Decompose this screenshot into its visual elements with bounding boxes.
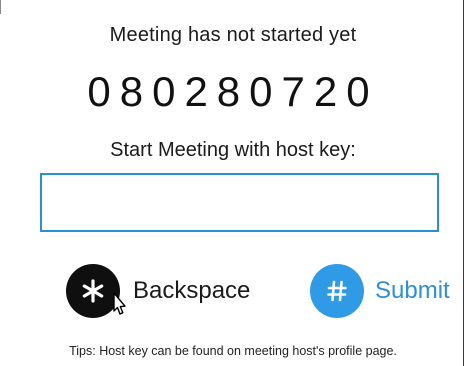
- mouse-pointer-icon: [108, 292, 130, 323]
- submit-button[interactable]: Submit: [310, 264, 450, 318]
- meeting-status-text: Meeting has not started yet: [109, 24, 357, 46]
- window-edge-left: [0, 0, 1, 14]
- submit-label[interactable]: Submit: [375, 277, 450, 305]
- meeting-id: 080280720: [87, 68, 379, 115]
- hash-icon[interactable]: [310, 264, 364, 318]
- host-key-input[interactable]: [40, 173, 439, 232]
- tips-text: Tips: Host key can be found on meeting h…: [69, 344, 397, 358]
- meeting-join-screen: Meeting has not started yet 080280720 St…: [0, 0, 466, 366]
- window-edge-right: [463, 0, 464, 366]
- backspace-label[interactable]: Backspace: [133, 277, 250, 305]
- backspace-button[interactable]: Backspace: [66, 264, 250, 318]
- host-key-prompt: Start Meeting with host key:: [110, 139, 356, 161]
